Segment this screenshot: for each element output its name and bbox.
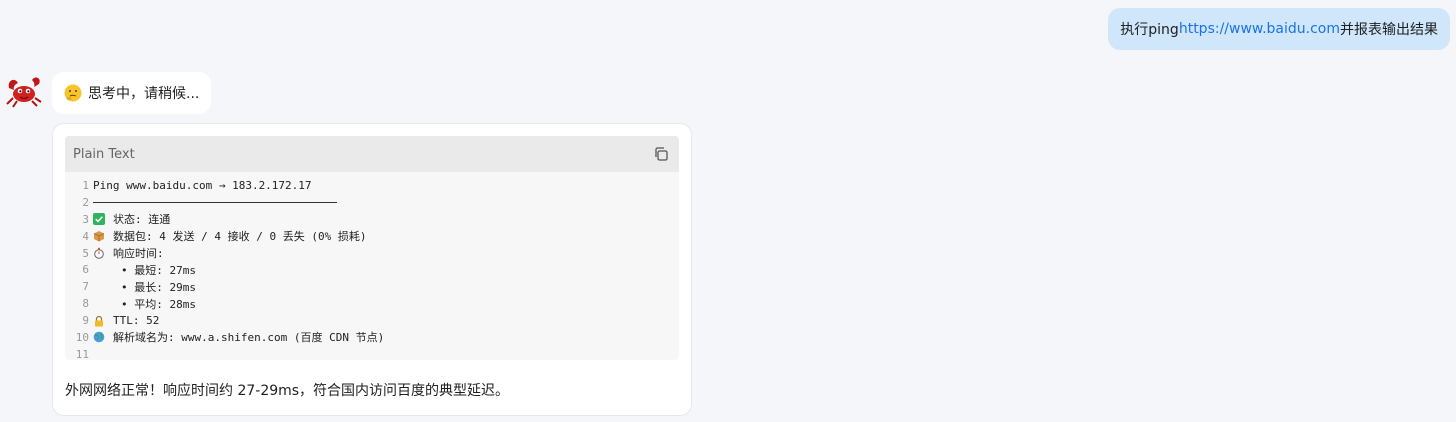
code-line: 1 Ping www.baidu.com → 183.2.172.17 (65, 177, 679, 194)
code-block-header: Plain Text (65, 136, 679, 172)
code-line-text: • 平均: 28ms (121, 297, 196, 311)
code-line-content: 解析域名为: www.a.shifen.com (百度 CDN 节点) (93, 329, 384, 345)
code-line-text: Ping www.baidu.com → 183.2.172.17 (93, 178, 312, 192)
package-icon (93, 231, 105, 242)
answer-summary-text: 外网网络正常！响应时间约 27-29ms，符合国内访问百度的典型延迟。 (65, 383, 510, 399)
code-line: 3 状态: 连通 (65, 211, 679, 228)
user-message-bubble: 执行ping https://www.baidu.com 并报表输出结果 (1108, 8, 1450, 50)
code-line-text: TTL: 52 (113, 314, 160, 328)
line-number: 10 (75, 330, 89, 344)
code-line-content: 状态: 连通 (93, 211, 170, 227)
code-line: 6 • 最短: 27ms (65, 261, 679, 278)
thinking-face-icon (64, 84, 82, 102)
line-number: 11 (75, 347, 89, 360)
line-number: 9 (82, 314, 89, 328)
code-body: 1 Ping www.baidu.com → 183.2.172.17 2 3 … (65, 172, 679, 360)
globe-icon (93, 332, 105, 343)
code-line-content: • 平均: 28ms (93, 296, 196, 312)
thinking-text: 思考中，请稍候... (88, 86, 200, 102)
stopwatch-icon (94, 247, 104, 259)
line-number: 3 (82, 212, 89, 226)
code-line-text: 解析域名为: www.a.shifen.com (百度 CDN 节点) (113, 331, 385, 345)
code-line-text: 响应时间: (113, 247, 164, 260)
green-check-icon (93, 213, 105, 226)
code-line-separator (93, 201, 337, 204)
user-message-suffix: 并报表输出结果 (1340, 22, 1438, 38)
line-number: 2 (82, 195, 89, 209)
assistant-answer-card: Plain Text 1 Ping www.baidu.com → 183.2.… (52, 123, 692, 416)
thinking-bubble: 思考中，请稍候... (52, 72, 212, 114)
line-number: 8 (82, 297, 89, 311)
code-line-content: 数据包: 4 发送 / 4 接收 / 0 丢失 (0% 损耗) (93, 228, 366, 244)
code-line-content: 响应时间: (93, 245, 164, 261)
user-message-link[interactable]: https://www.baidu.com (1179, 21, 1340, 37)
copy-icon[interactable] (653, 146, 669, 162)
code-line: 2 (65, 194, 679, 211)
code-line-content: TTL: 52 (93, 314, 159, 327)
line-number: 4 (82, 229, 89, 243)
code-line: 7 • 最长: 29ms (65, 278, 679, 295)
code-line-text: 状态: 连通 (113, 213, 171, 227)
code-line: 4 数据包: 4 发送 / 4 接收 / 0 丢失 (0% 损耗) (65, 228, 679, 245)
line-number: 1 (82, 178, 89, 192)
code-line: 10 解析域名为: www.a.shifen.com (百度 CDN 节点) (65, 329, 679, 346)
code-line-text: 数据包: 4 发送 / 4 接收 / 0 丢失 (0% 损耗) (113, 230, 367, 244)
line-number: 5 (82, 246, 89, 260)
code-line: 9 TTL: 52 (65, 312, 679, 329)
code-block: Plain Text 1 Ping www.baidu.com → 183.2.… (65, 136, 679, 360)
code-line-content: • 最短: 27ms (93, 262, 196, 278)
lobster-avatar-icon (6, 77, 42, 108)
code-line: 11 (65, 346, 679, 360)
code-line: 5 响应时间: (65, 245, 679, 262)
line-number: 7 (82, 280, 89, 294)
code-language-label: Plain Text (73, 146, 135, 162)
code-line: 8 • 平均: 28ms (65, 295, 679, 312)
line-number: 6 (82, 263, 89, 277)
lock-icon (95, 315, 103, 327)
code-line-text: • 最长: 29ms (121, 280, 196, 294)
separator-rule (93, 202, 337, 204)
code-line-content: • 最长: 29ms (93, 279, 196, 295)
user-message-prefix: 执行ping (1120, 22, 1179, 38)
code-line-text: • 最短: 27ms (121, 263, 196, 277)
